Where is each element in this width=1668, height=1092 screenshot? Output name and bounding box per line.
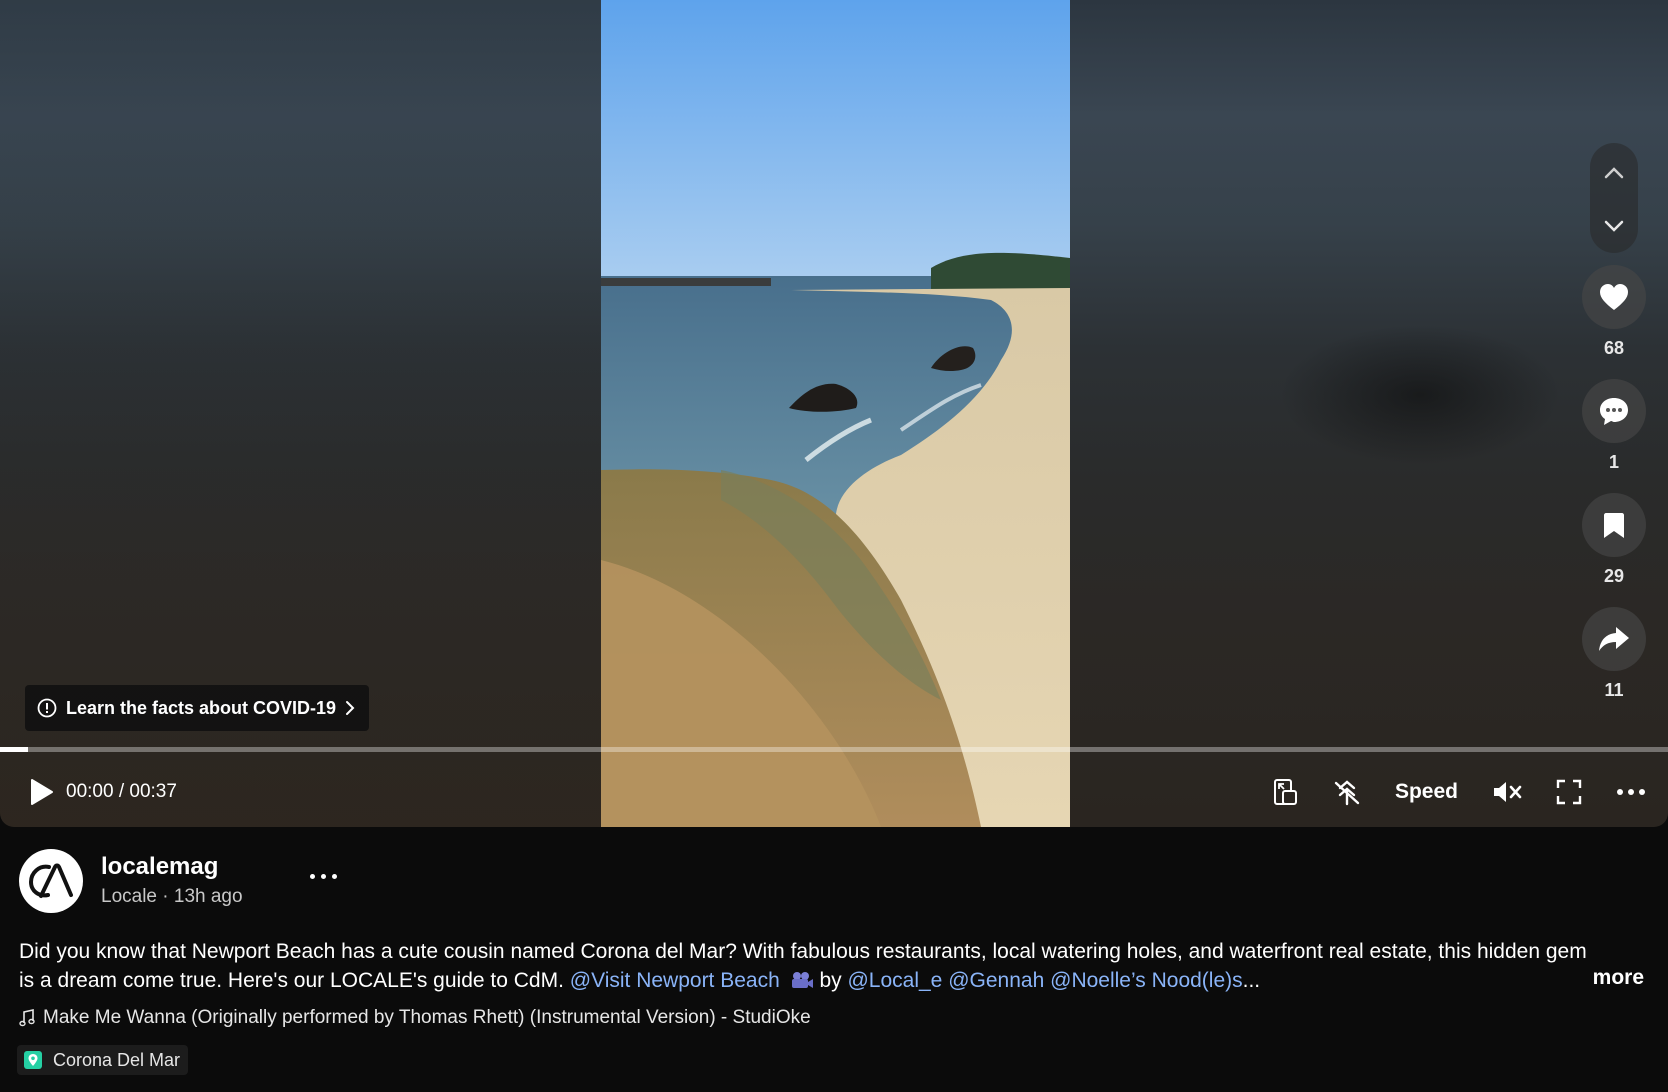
- caption-ellipsis: ...: [1242, 969, 1261, 992]
- more-options-button[interactable]: [1616, 788, 1646, 796]
- username[interactable]: localemag: [101, 853, 218, 881]
- covid-info-button[interactable]: Learn the facts about COVID-19: [25, 685, 370, 731]
- display-name[interactable]: Locale: [101, 886, 157, 908]
- autoscroll-off-button[interactable]: [1333, 778, 1361, 806]
- like-count: 68: [1603, 338, 1625, 358]
- mention-link[interactable]: @Gennah: [948, 969, 1044, 992]
- video-frame-beach[interactable]: [601, 0, 1070, 827]
- mention-link[interactable]: @Local_e: [847, 969, 942, 992]
- locale-logo-icon: [28, 863, 73, 898]
- music-note-icon: [19, 1009, 35, 1027]
- speed-button[interactable]: Speed: [1395, 780, 1458, 804]
- fullscreen-button[interactable]: [1556, 779, 1582, 805]
- mention-link[interactable]: @Noelle’s Nood(le)s: [1050, 969, 1243, 992]
- avatar[interactable]: [19, 849, 83, 913]
- dot-icon: [321, 873, 326, 879]
- comment-action: 1: [1582, 379, 1646, 473]
- save-count: 29: [1603, 566, 1625, 586]
- post-more-button[interactable]: [310, 869, 346, 883]
- music-title: Make Me Wanna (Originally performed by T…: [43, 1007, 811, 1028]
- playback-controls: 00:00 / 00:37: [30, 772, 177, 812]
- video-nav-pill: [1590, 143, 1638, 253]
- more-horizontal-icon: [1617, 789, 1645, 795]
- share-arrow-icon: [1599, 627, 1629, 651]
- play-button[interactable]: [30, 778, 54, 806]
- share-button[interactable]: [1582, 607, 1646, 671]
- bookmark-icon: [1604, 513, 1624, 538]
- film-camera-emoji-icon: [791, 972, 813, 988]
- chevron-up-icon: [1604, 167, 1624, 179]
- chevron-right-icon: [346, 701, 355, 715]
- comment-count: 1: [1608, 452, 1619, 472]
- video-progress-fill: [0, 747, 29, 752]
- time-display: 00:00 / 00:37: [66, 781, 177, 802]
- dot-icon: [310, 873, 315, 879]
- player-settings-controls: Speed: [1273, 772, 1646, 812]
- mute-button[interactable]: [1492, 779, 1522, 805]
- covid-info-label: Learn the facts about COVID-19: [66, 697, 337, 718]
- post-time: 13h ago: [173, 886, 243, 907]
- info-alert-icon: [37, 698, 57, 718]
- video-player[interactable]: 68 1 29 11 Learn the facts about COVID-1…: [0, 0, 1668, 827]
- mention-link[interactable]: @Visit Newport Beach: [570, 969, 780, 992]
- previous-video-button[interactable]: [1590, 153, 1638, 193]
- heart-icon: [1600, 284, 1628, 310]
- save-button[interactable]: [1582, 493, 1646, 557]
- location-tag[interactable]: Corona Del Mar: [17, 1045, 189, 1075]
- chevron-down-icon: [1604, 220, 1624, 232]
- play-icon: [31, 779, 53, 805]
- caption-by-text: by: [813, 969, 848, 992]
- next-video-button[interactable]: [1590, 206, 1638, 246]
- fullscreen-icon: [1556, 779, 1582, 805]
- picture-in-picture-icon: [1273, 779, 1297, 805]
- like-button[interactable]: [1582, 265, 1646, 329]
- share-action: 11: [1582, 607, 1646, 701]
- location-pin-icon: [24, 1051, 42, 1069]
- save-action: 29: [1582, 493, 1646, 587]
- post-caption: Did you know that Newport Beach has a cu…: [19, 937, 1599, 995]
- post-meta: Locale · 13h ago: [101, 886, 243, 908]
- pip-button[interactable]: [1273, 778, 1299, 806]
- location-label: Corona Del Mar: [53, 1049, 181, 1070]
- comment-icon: [1600, 398, 1628, 425]
- share-count: 11: [1604, 680, 1624, 700]
- music-info[interactable]: Make Me Wanna (Originally performed by T…: [19, 1007, 811, 1029]
- meta-separator: ·: [157, 886, 174, 907]
- volume-muted-icon: [1494, 782, 1522, 802]
- post-info: localemag Locale · 13h ago Did you know …: [0, 827, 1668, 1092]
- dot-icon: [332, 873, 337, 879]
- like-action: 68: [1582, 265, 1646, 359]
- caption-more-button[interactable]: more: [1593, 966, 1644, 990]
- comment-button[interactable]: [1582, 379, 1646, 443]
- autoscroll-off-icon: [1334, 780, 1360, 806]
- video-progress-bar[interactable]: [0, 747, 1668, 752]
